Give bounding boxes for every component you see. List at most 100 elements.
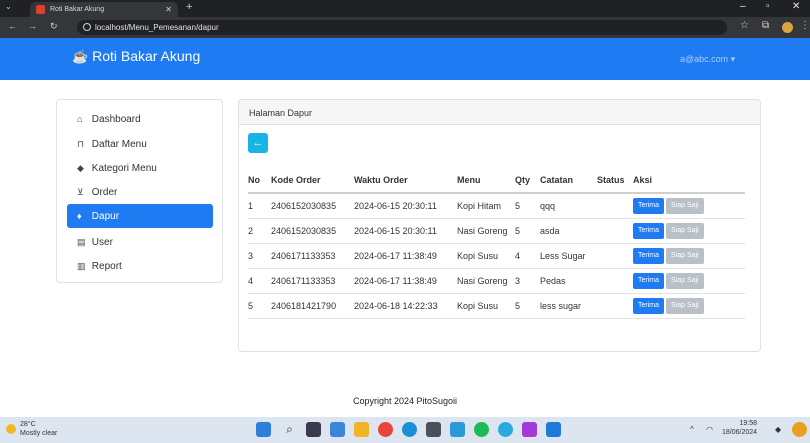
- cell-menu: Kopi Hitam: [457, 193, 515, 219]
- cell-status: [597, 193, 633, 219]
- user-card-icon: ▤: [77, 237, 86, 247]
- column-header: Menu: [457, 168, 515, 194]
- cell-catatan: Pedas: [540, 268, 597, 294]
- url-field[interactable]: localhost/Menu_Pemesanan/dapur: [77, 20, 727, 35]
- terima-button[interactable]: Terima: [633, 297, 665, 314]
- close-icon[interactable]: ✕: [165, 2, 172, 17]
- cell-qty: 5: [515, 218, 540, 244]
- mail-icon[interactable]: [450, 422, 465, 437]
- cell-aksi: Terima Siap Saji: [633, 193, 745, 219]
- cell-status: [597, 218, 633, 244]
- home-icon: ⌂: [77, 114, 83, 124]
- chart-icon: ▥: [77, 261, 86, 271]
- sidebar-item-daftar-menu[interactable]: ⊓ Daftar Menu: [67, 132, 213, 156]
- file-explorer-icon[interactable]: [354, 422, 369, 437]
- tab-favicon-icon: [36, 5, 45, 14]
- siap-saji-button[interactable]: Siap Saji: [666, 197, 704, 214]
- forward-icon[interactable]: →: [28, 21, 37, 31]
- new-tab-icon[interactable]: +: [186, 1, 192, 13]
- chrome-icon[interactable]: [378, 422, 393, 437]
- sidebar: ⌂ Dashboard ⊓ Daftar Menu ◆ Kategori Men…: [56, 99, 223, 283]
- cell-kode-order: 2406181421790: [271, 293, 354, 319]
- taskbar-clock[interactable]: 19:58 18/06/2024: [722, 419, 757, 437]
- profile-avatar[interactable]: [782, 22, 793, 33]
- edge-icon[interactable]: [402, 422, 417, 437]
- siap-saji-button[interactable]: Siap Saji: [666, 247, 704, 264]
- siap-saji-button[interactable]: Siap Saji: [666, 272, 704, 289]
- start-icon[interactable]: [256, 422, 271, 437]
- notification-icon[interactable]: ◆: [775, 425, 781, 434]
- bookmark-star-icon[interactable]: ☆: [740, 20, 749, 31]
- siap-saji-button[interactable]: Siap Saji: [666, 297, 704, 314]
- sidebar-item-user[interactable]: ▤ User: [67, 230, 213, 254]
- cell-waktu-order: 2024-06-18 14:22:33: [354, 293, 457, 319]
- back-button[interactable]: ←: [248, 133, 268, 153]
- table-row: 2 2406152030835 2024-06-15 20:30:11 Nasi…: [248, 218, 745, 244]
- sidebar-item-kategori-menu[interactable]: ◆ Kategori Menu: [67, 156, 213, 180]
- weather-widget[interactable]: 28°C Mostly clear: [20, 420, 57, 438]
- whatsapp-icon[interactable]: [498, 422, 513, 437]
- cell-status: [597, 293, 633, 319]
- weather-moon-icon[interactable]: [6, 424, 16, 434]
- task-view-icon[interactable]: [306, 422, 321, 437]
- siap-saji-button[interactable]: Siap Saji: [666, 222, 704, 239]
- restore-icon[interactable]: ▫: [766, 1, 770, 12]
- extensions-icon[interactable]: ⧉: [762, 20, 769, 31]
- table-row: 1 2406152030835 2024-06-15 20:30:11 Kopi…: [248, 193, 745, 219]
- vscode-icon[interactable]: [546, 422, 561, 437]
- cart-icon: ⊻: [77, 187, 84, 197]
- cell-catatan: less sugar: [540, 293, 597, 319]
- menu-kebab-icon[interactable]: ⋮: [800, 20, 810, 31]
- cell-waktu-order: 2024-06-15 20:30:11: [354, 193, 457, 219]
- column-header: No: [248, 168, 271, 194]
- cell-aksi: Terima Siap Saji: [633, 243, 745, 269]
- cell-menu: Nasi Goreng: [457, 268, 515, 294]
- sidebar-item-report[interactable]: ▥ Report: [67, 254, 213, 278]
- weather-temp: 28°C: [20, 421, 36, 428]
- cell-catatan: Less Sugar: [540, 243, 597, 269]
- cell-no: 4: [248, 268, 271, 294]
- site-info-icon[interactable]: [83, 23, 91, 31]
- cell-kode-order: 2406152030835: [271, 218, 354, 244]
- cell-status: [597, 268, 633, 294]
- reload-icon[interactable]: ↻: [50, 21, 58, 32]
- sidebar-item-order[interactable]: ⊻ Order: [67, 180, 213, 204]
- sidebar-item-label: Report: [91, 261, 122, 272]
- terima-button[interactable]: Terima: [633, 197, 665, 214]
- php-icon[interactable]: [426, 422, 441, 437]
- sidebar-item-dapur[interactable]: ♦ Dapur: [67, 204, 213, 228]
- table-row: 3 2406171133353 2024-06-17 11:38:49 Kopi…: [248, 243, 745, 269]
- user-dropdown[interactable]: a@abc.com ▾: [680, 54, 735, 65]
- figma-icon[interactable]: [522, 422, 537, 437]
- widgets-icon[interactable]: [330, 422, 345, 437]
- copilot-icon[interactable]: [792, 422, 807, 437]
- cell-qty: 5: [515, 193, 540, 219]
- sidebar-item-dashboard[interactable]: ⌂ Dashboard: [67, 107, 213, 131]
- column-header: Aksi: [633, 168, 745, 194]
- column-header: Catatan: [540, 168, 597, 194]
- tag-icon: ◆: [77, 163, 84, 173]
- minimize-icon[interactable]: –: [740, 1, 746, 12]
- cell-kode-order: 2406152030835: [271, 193, 354, 219]
- network-icon[interactable]: ◠: [706, 425, 713, 434]
- terima-button[interactable]: Terima: [633, 272, 665, 289]
- terima-button[interactable]: Terima: [633, 222, 665, 239]
- cell-no: 2: [248, 218, 271, 244]
- terima-button[interactable]: Terima: [633, 247, 665, 264]
- tab-list-icon[interactable]: ⌄: [5, 2, 12, 11]
- window-close-icon[interactable]: ✕: [792, 1, 800, 12]
- table-header-row: No Kode Order Waktu Order Menu Qty Catat…: [248, 168, 745, 194]
- column-header: Qty: [515, 168, 540, 194]
- brand[interactable]: ☕ Roti Bakar Akung: [72, 48, 200, 65]
- back-icon[interactable]: ←: [8, 21, 17, 31]
- url-text: localhost/Menu_Pemesanan/dapur: [95, 23, 219, 32]
- cell-no: 1: [248, 193, 271, 219]
- cell-menu: Kopi Susu: [457, 293, 515, 319]
- column-header: Kode Order: [271, 168, 354, 194]
- cell-qty: 4: [515, 243, 540, 269]
- chevron-up-icon[interactable]: ^: [690, 425, 694, 434]
- cup-icon: ☕: [72, 49, 89, 64]
- search-icon[interactable]: ⌕: [282, 422, 297, 437]
- browser-tab[interactable]: Roti Bakar Akung ✕: [30, 2, 178, 17]
- spotify-icon[interactable]: [474, 422, 489, 437]
